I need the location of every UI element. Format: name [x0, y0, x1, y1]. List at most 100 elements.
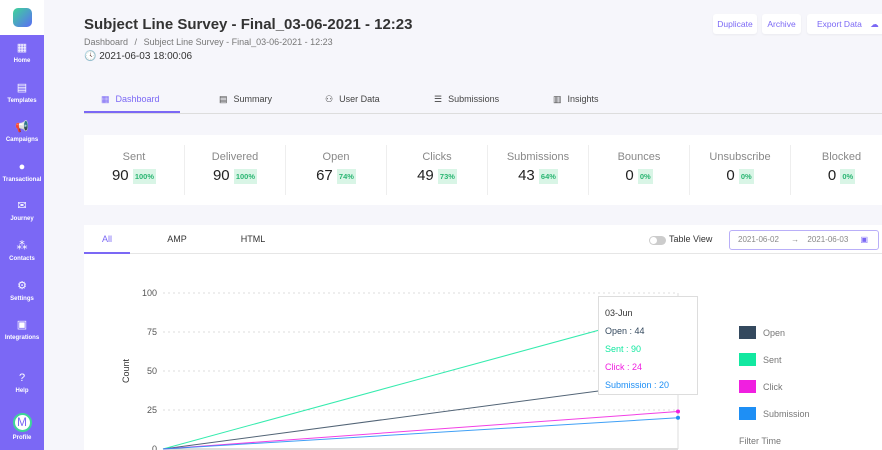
sidebar-item-home[interactable]: ▦ Home [0, 42, 44, 64]
range-arrow: → [791, 235, 800, 244]
sidebar-item-label: Journey [10, 216, 34, 222]
tab-summary[interactable]: ▤ Summary [202, 87, 292, 113]
tab-label: Submissions [448, 94, 500, 104]
line-chart: 0 25 50 75 100 Count [121, 288, 680, 450]
stat-clicks: Clicks 49 73% [387, 145, 488, 195]
sidebar-item-label: Profile [12, 435, 32, 441]
sidebar-item-integrations[interactable]: ▣ Integrations [0, 319, 44, 341]
series-line-submission [162, 417, 679, 450]
legend-swatch [739, 407, 756, 420]
stat-value: 67 [316, 167, 333, 184]
stat-label: Open [322, 151, 350, 163]
stat-percent-badge: 100% [233, 168, 258, 184]
sidebar-item-settings[interactable]: ⚙ Settings [0, 280, 44, 302]
duplicate-button[interactable]: Duplicate [713, 14, 757, 34]
sidebar-item-help[interactable]: ? Help [0, 372, 44, 394]
stat-label: Submissions [506, 151, 570, 163]
legend-swatch [739, 353, 756, 366]
sidebar: ▦ Home ▤ Templates 📢 Campaigns ● Transactional ✉… [0, 0, 44, 450]
transactional-icon: ● [18, 161, 26, 173]
stat-delivered: Delivered 90 100% [185, 145, 286, 195]
stat-unsubscribe: Unsubscribe 0 0% [690, 145, 791, 195]
contacts-icon: ⁂ [16, 240, 28, 252]
sidebar-item-transactional[interactable]: ● Transactional [0, 161, 44, 183]
date-from[interactable]: 2021-06-02 [738, 235, 779, 244]
tab-icon: ☰ [434, 94, 443, 104]
stat-percent-badge: 0% [738, 168, 754, 184]
stat-submissions: Submissions 43 64% [488, 145, 589, 195]
table-view-label: Table View [669, 234, 713, 244]
stat-label: Blocked [821, 151, 862, 163]
legend-label: Sent [763, 354, 782, 365]
legend-label: Submission [763, 408, 810, 419]
stat-percent-badge: 0% [840, 168, 856, 184]
sidebar-item-profile[interactable]: M Profile [0, 413, 44, 441]
tab-label: Insights [567, 94, 599, 104]
integrations-icon: ▣ [16, 319, 28, 331]
main-tabs: ▦ Dashboard ▤ Summary ⚇ User Data ☰ Submissions… [84, 87, 882, 114]
legend-item-sent[interactable]: Sent [739, 353, 782, 366]
legend-label: Click [763, 381, 783, 392]
tab-label: Dashboard [115, 94, 160, 104]
tooltip-title: 03-Jun [605, 308, 633, 318]
stat-bounces: Bounces 0 0% [589, 145, 690, 195]
tab-icon: ▤ [219, 94, 228, 104]
tab-user-data[interactable]: ⚇ User Data [308, 87, 398, 113]
tab-all[interactable]: All [84, 225, 130, 254]
sidebar-item-label: Help [15, 388, 29, 394]
sidebar-item-label: Home [13, 58, 31, 64]
tab-submissions[interactable]: ☰ Submissions [417, 87, 517, 113]
stat-value-row: 90 100% [185, 167, 285, 184]
stat-label: Sent [122, 151, 146, 163]
tooltip-click: Click : 24 [605, 362, 643, 372]
tab-icon: ⚇ [325, 94, 334, 104]
breadcrumb-current: Subject Line Survey - Final_03-06-2021 -… [143, 37, 333, 47]
stat-value: 49 [417, 167, 434, 184]
sidebar-item-label: Integrations [4, 335, 40, 341]
journey-icon: ✉ [17, 200, 27, 212]
datetime-text: 2021-06-03 18:00:06 [99, 51, 193, 62]
y-tick-label: 50 [147, 366, 157, 376]
stat-label: Clicks [422, 151, 452, 163]
export-label: Export Data [817, 19, 862, 29]
stat-value: 90 [111, 167, 129, 184]
tab-insights[interactable]: ▥ Insights [536, 87, 616, 113]
y-axis-label: Count [121, 359, 131, 384]
calendar-icon[interactable]: ▣ [861, 235, 869, 244]
created-datetime: 🕓 2021-06-03 18:00:06 [84, 51, 192, 62]
legend-label: Open [763, 327, 786, 338]
sidebar-item-templates[interactable]: ▤ Templates [0, 82, 44, 104]
stat-open: Open 67 74% [286, 145, 387, 195]
series-line-click [162, 411, 679, 450]
stat-value-row: 43 64% [488, 167, 588, 184]
stat-percent-badge: 64% [538, 168, 558, 184]
tab-html[interactable]: HTML [230, 225, 276, 254]
cloud-download-icon: ☁ [870, 19, 879, 29]
templates-icon: ▤ [16, 82, 28, 94]
breadcrumb: Dashboard / Subject Line Survey - Final_… [84, 37, 333, 47]
date-to[interactable]: 2021-06-03 [807, 235, 848, 244]
stat-value-row: 67 74% [286, 167, 386, 184]
sidebar-item-contacts[interactable]: ⁂ Contacts [0, 240, 44, 262]
sidebar-item-journey[interactable]: ✉ Journey [0, 200, 44, 222]
gear-icon: ⚙ [17, 280, 27, 292]
date-range-picker[interactable]: 2021-06-02 → 2021-06-03 ▣ [729, 230, 879, 250]
megaphone-icon: 📢 [15, 121, 29, 133]
archive-button[interactable]: Archive [762, 14, 801, 34]
legend-item-open[interactable]: Open [739, 326, 785, 339]
app-logo[interactable] [0, 0, 44, 35]
data-point-submission [676, 415, 680, 420]
tab-dashboard[interactable]: ▦ Dashboard [84, 87, 180, 113]
tab-amp[interactable]: AMP [154, 225, 200, 254]
sidebar-item-campaigns[interactable]: 📢 Campaigns [0, 121, 44, 143]
legend-item-submission[interactable]: Submission [739, 407, 810, 420]
stat-value: 0 [625, 167, 634, 184]
table-view-toggle[interactable] [649, 236, 666, 245]
export-data-button[interactable]: Export Data ☁ [807, 14, 882, 34]
home-icon: ▦ [16, 42, 28, 54]
tooltip-sent: Sent : 90 [605, 344, 642, 354]
sidebar-item-label: Settings [10, 296, 34, 302]
legend-item-click[interactable]: Click [739, 380, 783, 393]
tab-label: User Data [339, 94, 380, 104]
breadcrumb-dashboard[interactable]: Dashboard [84, 37, 128, 47]
